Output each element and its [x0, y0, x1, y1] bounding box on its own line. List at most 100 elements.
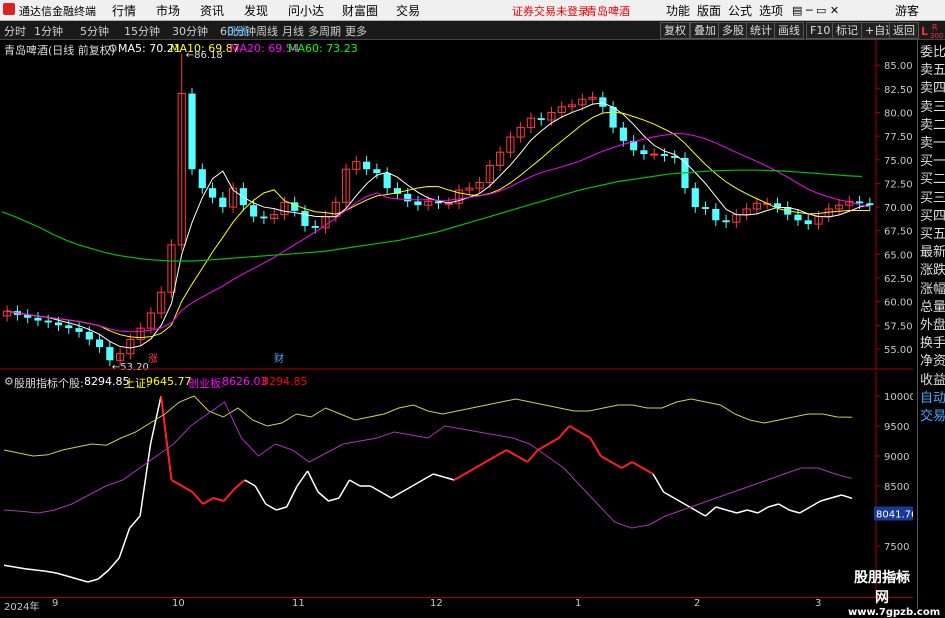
candle-body [640, 150, 648, 155]
ma10-line [7, 111, 870, 339]
menu-faxian[interactable]: 发现 [244, 2, 268, 19]
period-monthly[interactable]: 月线 [282, 23, 304, 39]
indicator-tick-label: 9500 [884, 422, 909, 433]
stock-indicator-segment [610, 461, 623, 469]
menu-gongneng[interactable]: 功能 [666, 2, 690, 19]
stock-indicator-segment [568, 425, 581, 433]
stock-indicator-segment [338, 479, 351, 499]
side-item[interactable]: 外盘 [920, 317, 945, 335]
stock-indicator-segment [275, 506, 287, 511]
side-item[interactable]: 卖四 [920, 80, 945, 98]
menu-zixun[interactable]: 资讯 [200, 2, 224, 19]
candle-body [650, 153, 659, 156]
menu-wenxiaoda[interactable]: 问小达 [288, 2, 324, 19]
side-item[interactable]: 卖二 [920, 117, 945, 135]
stock-indicator-segment [306, 470, 319, 493]
diejia-button[interactable]: 叠加 [690, 22, 720, 39]
biaoji-button[interactable]: 标记 [832, 22, 862, 39]
menu-shichang[interactable]: 市场 [156, 2, 180, 19]
f10-button[interactable]: F10 [806, 22, 835, 39]
side-item[interactable]: 涨跌 [920, 262, 945, 280]
price-tick-label: 80.00 [884, 108, 913, 119]
window-controls[interactable]: ▤ ─ ▭ ✕ [792, 4, 839, 17]
period-1min[interactable]: 1分钟 [34, 23, 63, 39]
period-weekly[interactable]: 周线 [256, 23, 278, 39]
huaxian-button[interactable]: 画线 [774, 22, 804, 39]
side-item[interactable]: 卖三 [920, 99, 945, 117]
side-item[interactable]: 买一 [920, 153, 945, 171]
period-15min[interactable]: 15分钟 [124, 23, 160, 39]
side-tab-300[interactable]: 300 [930, 32, 943, 40]
indicator-chart[interactable]: ⚙ 股朋指标 个股: 8294.85 上证: 9645.77 创业板: 8626… [0, 372, 913, 597]
stock-indicator-segment [841, 494, 853, 500]
menu-jiaoyi[interactable]: 交易 [396, 2, 420, 19]
duogu-button[interactable]: 多股 [718, 22, 748, 39]
side-item[interactable]: 自动 [920, 390, 945, 408]
kline-svg: 85.00 82.50 80.00 77.50 75.00 72.50 70.00 67.50… [0, 40, 913, 370]
candle-body [95, 339, 104, 348]
period-multi[interactable]: 多周期 [308, 23, 341, 39]
menu-banmian[interactable]: 版面 [697, 2, 721, 19]
menu-xuanxiang[interactable]: 选项 [759, 2, 783, 19]
side-tab-r[interactable]: R [932, 23, 938, 32]
side-item[interactable]: 换手 [920, 335, 945, 353]
stock-indicator-segment [621, 461, 633, 469]
side-item[interactable]: 净资 [920, 353, 945, 371]
stock-indicator-segment [129, 515, 141, 529]
fuquan-button[interactable]: 复权 [660, 22, 690, 39]
period-fenshi[interactable]: 分时 [4, 23, 26, 39]
current-value-text: 8041.76 [876, 509, 913, 520]
period-30min[interactable]: 30分钟 [172, 23, 208, 39]
candle-body [794, 214, 802, 221]
stock-indicator-segment [349, 479, 361, 487]
side-item[interactable]: 收益 [920, 372, 945, 390]
candle-body [208, 188, 217, 198]
stock-indicator-segment [704, 506, 717, 517]
price-tick-label: 77.50 [884, 132, 913, 143]
main-kline-chart[interactable]: 青岛啤酒(日线 前复权) ⚙ MA5: 70.21 MA10: 69.87 MA… [0, 40, 913, 370]
side-item[interactable]: 涨幅 [920, 281, 945, 299]
side-item[interactable]: 卖一 [920, 135, 945, 153]
menu-gongshi[interactable]: 公式 [728, 2, 752, 19]
candle-body [609, 106, 617, 128]
back-button[interactable]: 返回 [889, 22, 919, 39]
period-more[interactable]: 更多 [345, 23, 367, 39]
stock-indicator-segment [809, 500, 821, 508]
side-item[interactable]: 买三 [920, 190, 945, 208]
side-item[interactable]: 委比 [920, 44, 945, 62]
side-item[interactable]: 买二 [920, 171, 945, 189]
stock-indicator-segment [663, 491, 675, 499]
stock-indicator-segment [370, 485, 382, 493]
stock-indicator-segment [171, 479, 183, 487]
stock-indicator-segment [411, 479, 424, 487]
side-item[interactable]: 买五 [920, 226, 945, 244]
login-warning[interactable]: 证券交易未登录 [512, 3, 589, 19]
side-item[interactable]: 总量 [920, 299, 945, 317]
stock-indicator-segment [526, 449, 539, 463]
stock-indicator-segment [694, 509, 706, 517]
stock-indicator-segment [390, 491, 403, 499]
stock-indicator-segment [181, 485, 193, 493]
side-item[interactable]: 卖五 [920, 62, 945, 80]
menu-hangqing[interactable]: 行情 [112, 2, 136, 19]
price-tick-label: 65.00 [884, 250, 913, 261]
side-item[interactable]: 交易 [920, 408, 945, 426]
side-item[interactable]: 最新 [920, 244, 945, 262]
price-tick-label: 85.00 [884, 61, 913, 72]
guest-label[interactable]: 游客 [895, 2, 919, 19]
side-item[interactable]: 买四 [920, 208, 945, 226]
period-daily[interactable]: 日线 [226, 23, 248, 39]
candle-body [599, 97, 607, 107]
stock-indicator-segment [296, 470, 309, 487]
candle-body [106, 347, 114, 361]
app-title: 通达信金融终端 [19, 5, 96, 18]
side-tab-l[interactable]: L [921, 25, 928, 38]
candle-body [44, 320, 52, 323]
stock-indicator-segment [433, 473, 444, 478]
stock-indicator-segment [66, 575, 78, 580]
stock-indicator-segment [401, 485, 413, 493]
stock-indicator-segment [380, 491, 392, 499]
menu-caifuquan[interactable]: 财富圈 [342, 2, 378, 19]
tongji-button[interactable]: 统计 [746, 22, 776, 39]
period-5min[interactable]: 5分钟 [80, 23, 109, 39]
